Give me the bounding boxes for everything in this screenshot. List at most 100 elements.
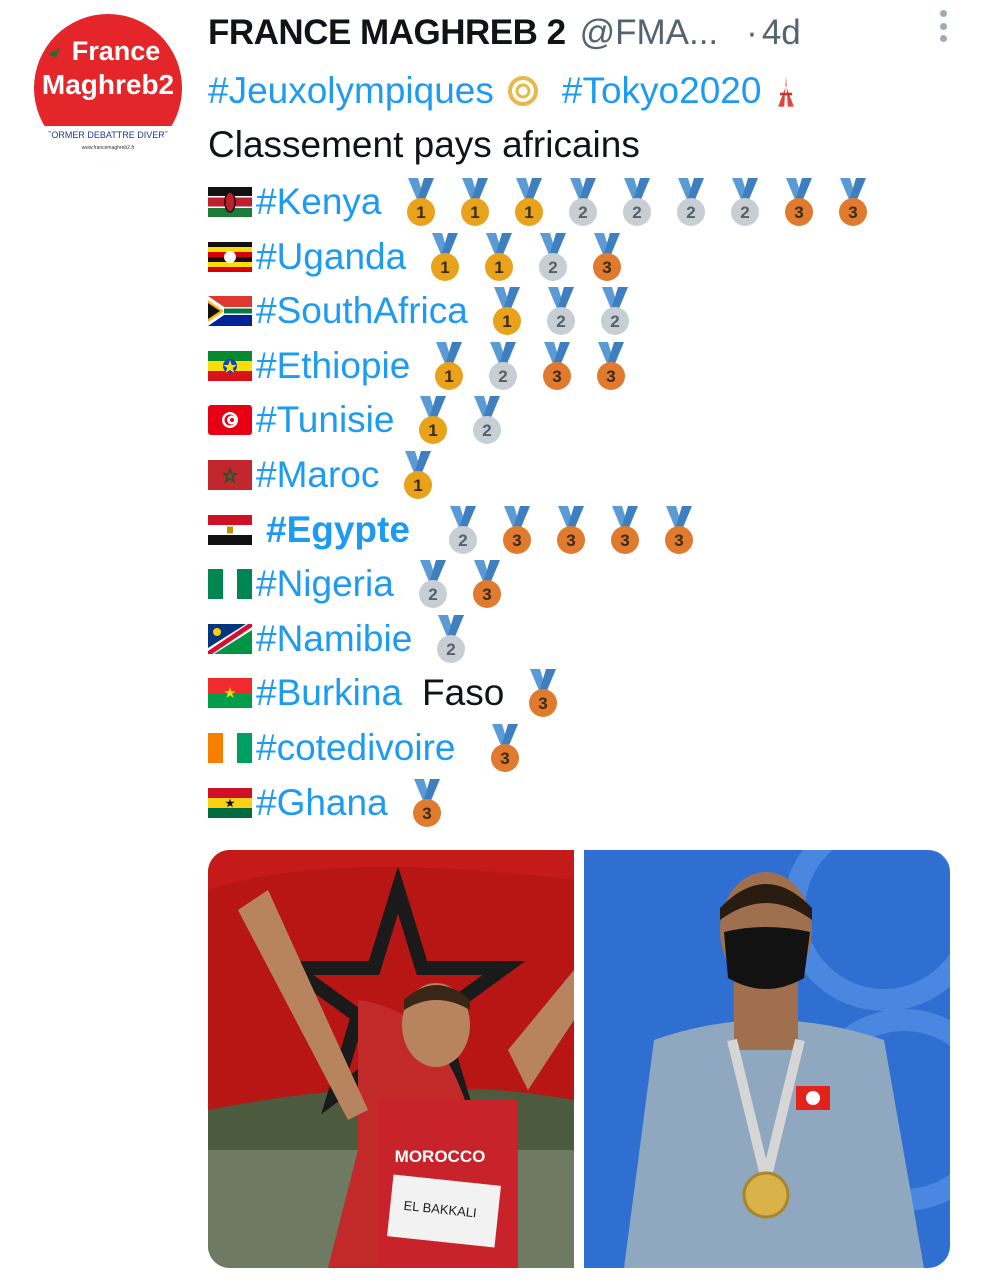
silver-medal-icon: 2 [489,341,518,390]
author-handle[interactable]: @FMA... [580,13,719,53]
ethiopia-flag-icon [208,350,252,381]
svg-text:1: 1 [524,203,533,222]
author-avatar[interactable]: France Maghreb2 FORMER DEBATTRE DIVERT w… [34,14,182,162]
gold-medal-icon [742,1171,790,1219]
svg-text:3: 3 [512,531,521,550]
silver-medal-icon: 2 [473,396,502,445]
silver-medal-icon: 2 [437,614,466,663]
svg-text:2: 2 [499,367,508,386]
tweet-subtitle: Classement pays africains [208,120,640,170]
namibia-flag-icon [208,623,252,654]
hashtag-jeuxolympiques[interactable]: #Jeuxolympiques [208,66,494,116]
tokyo-tower-icon [778,75,795,107]
svg-text:1: 1 [416,203,425,222]
hashtag-cotedivoire[interactable]: #cotedivoire [256,723,456,773]
hashtag-uganda[interactable]: #Uganda [256,232,406,282]
bronze-medal-icon: 3 [529,669,558,718]
burkina-flag-icon [208,678,252,709]
svg-text:2: 2 [483,421,492,440]
subtitle-text: Classement pays africains [208,124,640,165]
svg-text:2: 2 [556,312,565,331]
svg-text:2: 2 [578,203,587,222]
photo-el-bakkali[interactable]: MOROCCO EL BAKKALI [208,850,574,1268]
gold-medal-icon: 1 [435,341,464,390]
svg-text:3: 3 [553,367,562,386]
avatar-url: www.francemaghreb2.fr [82,145,135,151]
bronze-medal-icon: 3 [472,560,501,609]
separator-dot: · [746,13,758,52]
medal-list: 2 3 3 3 3 [436,502,706,558]
egypt-flag-icon [208,514,252,545]
svg-text:1: 1 [494,258,503,277]
tweet-header: FRANCE MAGHREB 2 @FMA... · 4d [208,8,973,58]
hashtag-tunisie[interactable]: #Tunisie [256,395,394,445]
photo-swimmer[interactable] [584,850,950,1268]
hashtag-tokyo2020[interactable]: #Tokyo2020 [562,66,762,116]
gold-medal-icon: 1 [431,232,460,281]
morocco-flag-icon [208,460,252,490]
svg-text:3: 3 [794,203,803,222]
gold-medal-icon: 1 [404,451,433,499]
country-row: #Tunisie 1 2 [208,392,514,448]
bronze-medal-icon: 3 [556,505,585,554]
avatar-line1: France [72,36,161,66]
author-name[interactable]: FRANCE MAGHREB 2 [208,13,566,53]
bronze-medal-icon: 3 [412,778,441,827]
bronze-medal-icon: 3 [502,505,531,554]
svg-text:2: 2 [447,640,456,659]
country-row: #Maroc 1 [208,447,445,503]
southafrica-flag-icon [208,296,252,327]
svg-text:3: 3 [607,367,616,386]
country-row: #Nigeria 2 3 [208,556,514,612]
hashtag-southafrica[interactable]: #SouthAfrica [256,286,468,336]
medal-list: 1 2 3 3 [422,338,638,394]
tweet-timestamp[interactable]: 4d [762,13,801,53]
svg-text:3: 3 [602,258,611,277]
svg-text:1: 1 [414,476,423,495]
medal-list: 23 [406,556,514,612]
svg-text:3: 3 [482,585,491,604]
more-options-icon[interactable] [931,6,955,46]
silver-medal-icon: 2 [600,287,629,336]
svg-text:1: 1 [429,421,438,440]
gold-medal-icon: 1 [406,178,435,226]
hashtag-line: #Jeuxolympiques #Tokyo2020 [208,66,809,116]
silver-medal-icon: 2 [546,287,575,336]
svg-text:3: 3 [674,531,683,550]
svg-text:2: 2 [686,203,695,222]
medal-list: 3 [516,665,570,721]
olympic-medal-emoji-icon [507,76,538,106]
hashtag-maroc[interactable]: #Maroc [256,450,379,500]
country-row: #Ghana 3 [208,775,454,831]
hashtag-kenya[interactable]: #Kenya [256,177,382,227]
gold-medal-icon: 1 [492,287,521,336]
svg-text:2: 2 [458,531,467,550]
bronze-medal-icon: 3 [490,724,519,772]
gold-medal-icon: 1 [460,178,489,226]
svg-text:2: 2 [548,258,557,277]
hashtag-egypte[interactable]: #Egypte [266,505,410,555]
hashtag-namibie[interactable]: #Namibie [256,614,412,664]
hashtag-ghana[interactable]: #Ghana [256,778,388,828]
bronze-medal-icon: 3 [593,232,622,281]
kenya-flag-icon [208,187,252,217]
gold-medal-icon: 1 [485,232,514,281]
bronze-medal-icon: 3 [597,341,626,390]
face-mask-icon [724,927,810,989]
silver-medal-icon: 2 [568,178,597,226]
gold-medal-icon: 1 [419,396,448,445]
hashtag-ethiopie[interactable]: #Ethiopie [256,341,410,391]
svg-text:1: 1 [502,312,511,331]
silver-medal-icon: 2 [730,178,759,226]
hashtag-burkina[interactable]: #Burkina [256,668,402,718]
silver-medal-icon: 2 [676,178,705,226]
country-row: #Burkina Faso 3 [208,665,570,721]
svg-text:2: 2 [740,203,749,222]
medal-list: 1 1 2 3 [418,229,634,285]
country-row: #Kenya 1 1 1 2 2 2 2 3 3 [208,174,880,230]
hashtag-nigeria[interactable]: #Nigeria [256,559,394,609]
tunisia-flag-icon [208,405,252,436]
svg-text:1: 1 [440,258,449,277]
svg-text:2: 2 [428,585,437,604]
silver-medal-icon: 2 [448,505,477,554]
